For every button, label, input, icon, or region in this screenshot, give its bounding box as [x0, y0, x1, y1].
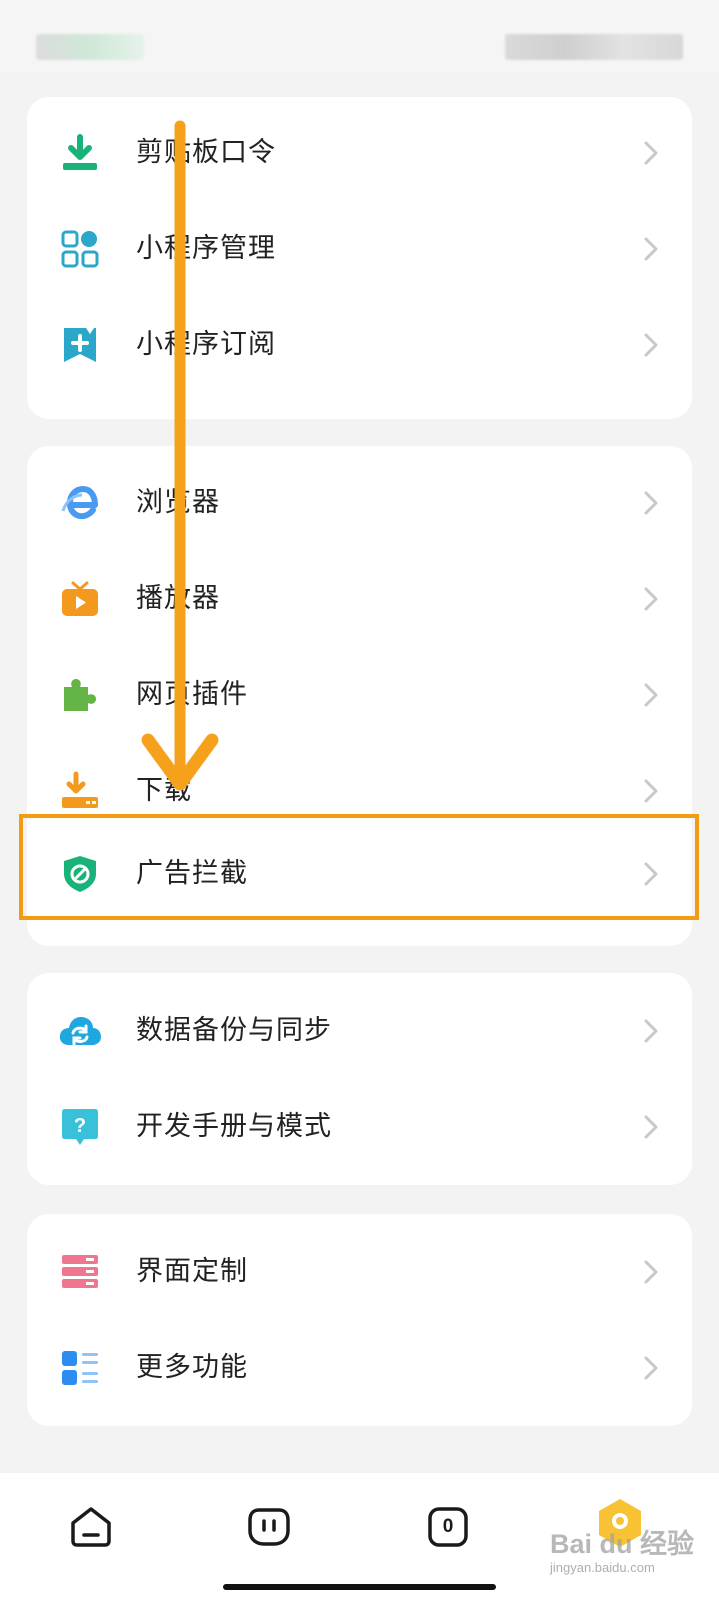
grid-apps-icon: [60, 229, 100, 269]
row-backup-sync[interactable]: 数据备份与同步: [27, 995, 692, 1067]
card-mini-programs: 剪贴板口令 小程序管理 小程序订阅: [27, 97, 692, 419]
puzzle-icon: [60, 675, 100, 715]
row-mini-program-subscribe[interactable]: 小程序订阅: [27, 309, 692, 381]
svg-text:?: ?: [74, 1115, 86, 1137]
list-grid-icon: [60, 1348, 100, 1388]
chevron-right-icon: [640, 1113, 662, 1141]
pause-face-icon[interactable]: [245, 1503, 293, 1551]
browser-e-icon: [60, 483, 100, 523]
tab-count: 0: [442, 1516, 454, 1537]
chevron-right-icon: [640, 585, 662, 613]
home-indicator: [223, 1584, 496, 1590]
tab-count-icon[interactable]: 0: [424, 1503, 472, 1551]
row-label: 更多功能: [136, 1352, 248, 1383]
row-label: 界面定制: [136, 1256, 248, 1287]
chevron-right-icon: [640, 1354, 662, 1382]
status-bar: [0, 0, 719, 72]
baidu-jingyan-watermark: Bai du 经验 jingyan.baidu.com: [550, 1528, 695, 1588]
download-tray-icon: [60, 133, 100, 173]
row-mini-program-manage[interactable]: 小程序管理: [27, 213, 692, 285]
row-clipboard-code[interactable]: 剪贴板口令: [27, 117, 692, 189]
chevron-right-icon: [640, 1258, 662, 1286]
status-left-blurred: [36, 34, 144, 60]
row-browser[interactable]: 浏览器: [27, 467, 692, 539]
home-icon[interactable]: [67, 1503, 115, 1551]
annotation-arrow: [140, 120, 220, 810]
chevron-right-icon: [640, 777, 662, 805]
question-bubble-icon: ?: [60, 1107, 100, 1147]
chevron-right-icon: [640, 139, 662, 167]
row-ui-custom[interactable]: 界面定制: [27, 1236, 692, 1308]
download-icon: [60, 771, 100, 811]
row-label: 开发手册与模式: [136, 1111, 332, 1142]
cloud-sync-icon: [57, 1011, 103, 1051]
card-customize: 界面定制 更多功能: [27, 1214, 692, 1426]
watermark-brand: Bai du 经验: [550, 1529, 695, 1559]
tv-play-icon: [60, 579, 100, 619]
chevron-right-icon: [640, 235, 662, 263]
row-label: 数据备份与同步: [136, 1015, 332, 1046]
watermark-url: jingyan.baidu.com: [550, 1560, 655, 1575]
chevron-right-icon: [640, 681, 662, 709]
row-player[interactable]: 播放器: [27, 563, 692, 635]
card-data-dev: 数据备份与同步 ? 开发手册与模式: [27, 973, 692, 1185]
row-more-features[interactable]: 更多功能: [27, 1332, 692, 1404]
chevron-right-icon: [640, 1017, 662, 1045]
row-web-plugins[interactable]: 网页插件: [27, 659, 692, 731]
highlight-box: [19, 814, 699, 920]
bookmark-plus-icon: [60, 325, 100, 365]
chevron-right-icon: [640, 489, 662, 517]
layers-icon: [60, 1252, 100, 1292]
chevron-right-icon: [640, 331, 662, 359]
row-dev-manual[interactable]: ? 开发手册与模式: [27, 1091, 692, 1163]
status-right-blurred: [505, 34, 683, 60]
